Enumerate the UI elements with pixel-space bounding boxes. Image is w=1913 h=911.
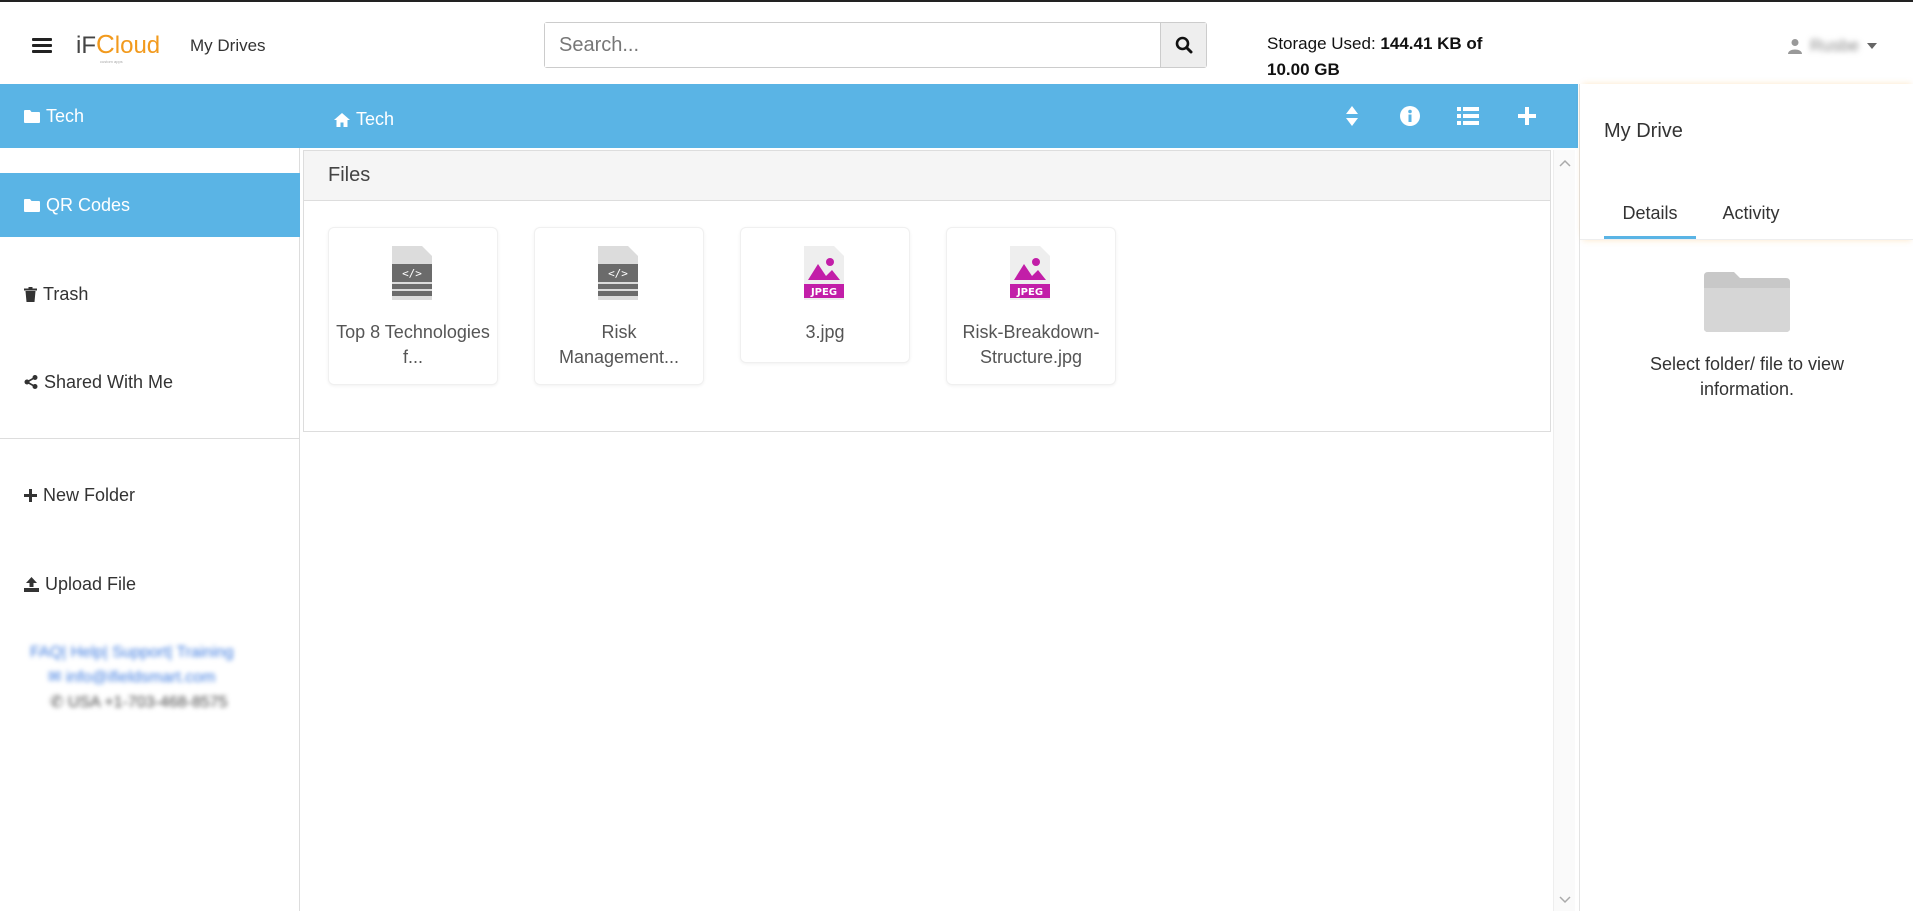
top-bar: iFCloud custom apps My Drives Storage Us… [0, 4, 1913, 84]
share-icon [24, 375, 38, 389]
file-name: 3.jpg [805, 322, 845, 342]
svg-text:</>: </> [608, 267, 628, 280]
files-heading: Files [304, 151, 1550, 201]
sidebar-item-qr-codes[interactable]: QR Codes [0, 173, 300, 237]
search-input[interactable] [545, 23, 1160, 67]
search-icon [1175, 36, 1192, 54]
sidebar-item-shared-with-me[interactable]: Shared With Me [0, 350, 300, 414]
chevron-down-icon [1867, 43, 1878, 49]
details-panel-title: My Drive [1604, 120, 1683, 142]
svg-text:</>: </> [402, 267, 422, 280]
menu-icon[interactable] [32, 38, 52, 54]
file-card[interactable]: JPEG 3.jpg [740, 227, 910, 363]
details-panel-header: My Drive Details Activity [1580, 84, 1913, 239]
add-button[interactable] [1515, 104, 1539, 128]
sidebar: Tech QR Codes Trash Shared With Me New F… [0, 84, 300, 911]
user-icon [1788, 39, 1802, 54]
sort-icon [1346, 106, 1358, 126]
folder-icon [24, 198, 40, 212]
file-name: Risk Management... [558, 322, 680, 367]
scroll-up-icon[interactable] [1559, 158, 1571, 170]
file-name: Top 8 Technologies f... [336, 322, 490, 367]
file-card[interactable]: </> Risk Management... [534, 227, 704, 385]
user-menu[interactable]: Rusbe [1788, 36, 1878, 56]
search-button[interactable] [1160, 23, 1206, 67]
folder-icon [24, 109, 40, 123]
phone-number: ✆ USA +1-703-468-8575 [50, 694, 228, 711]
folder-icon [1704, 272, 1790, 332]
list-view-button[interactable] [1456, 104, 1480, 128]
sidebar-divider [0, 438, 300, 439]
file-name: Risk-Breakdown-Structure.jpg [962, 322, 1100, 367]
breadcrumb[interactable]: Tech [334, 109, 394, 130]
new-folder-button[interactable]: New Folder [0, 463, 300, 527]
sort-button[interactable] [1340, 104, 1364, 128]
list-view-icon [1457, 107, 1479, 125]
details-panel: My Drive Details Activity Select folder/… [1579, 84, 1913, 911]
jpeg-file-icon: JPEG [804, 246, 844, 300]
file-card[interactable]: </> Top 8 Technologies f... [328, 227, 498, 385]
jpeg-file-icon: JPEG [1010, 246, 1050, 300]
files-panel: Files </> Top 8 Technologies f... </> Ri… [303, 150, 1551, 432]
email-link[interactable]: ✉ info@ifieldsmart.com [30, 665, 234, 690]
main-content: Tech Files </> Top 8 Technologies f... <… [300, 84, 1578, 911]
code-file-icon: </> [598, 246, 638, 300]
upload-file-button[interactable]: Upload File [0, 552, 300, 616]
trash-icon [24, 286, 37, 302]
upload-icon [24, 576, 39, 592]
file-card[interactable]: JPEG Risk-Breakdown-Structure.jpg [946, 227, 1116, 385]
details-placeholder-text: Select folder/ file to view information. [1649, 354, 1845, 399]
logo[interactable]: iFCloud custom apps [76, 31, 160, 64]
code-file-icon: </> [392, 246, 432, 300]
search-box [544, 22, 1207, 68]
add-icon [1518, 107, 1536, 125]
storage-info: Storage Used: 144.41 KB of 10.00 GB [1267, 34, 1483, 79]
tab-activity[interactable]: Activity [1708, 203, 1794, 239]
sidebar-item-tech[interactable]: Tech [0, 84, 300, 148]
scrollbar[interactable] [1553, 150, 1575, 911]
info-icon [1400, 106, 1420, 126]
sidebar-footer: FAQ| Help| Support| Training ✉ info@ifie… [30, 640, 234, 715]
svg-text:JPEG: JPEG [1016, 287, 1043, 298]
tab-details[interactable]: Details [1604, 203, 1696, 239]
scroll-down-icon[interactable] [1559, 893, 1571, 905]
info-button[interactable] [1398, 104, 1422, 128]
svg-text:JPEG: JPEG [810, 287, 837, 298]
help-links[interactable]: FAQ| Help| Support| Training [30, 640, 234, 665]
sidebar-item-trash[interactable]: Trash [0, 262, 300, 326]
user-name: Rusbe [1810, 36, 1860, 55]
tab-divider [1580, 239, 1913, 240]
plus-icon [24, 488, 37, 502]
home-icon [334, 112, 350, 127]
main-toolbar: Tech [300, 84, 1578, 148]
my-drives-link[interactable]: My Drives [190, 36, 266, 56]
